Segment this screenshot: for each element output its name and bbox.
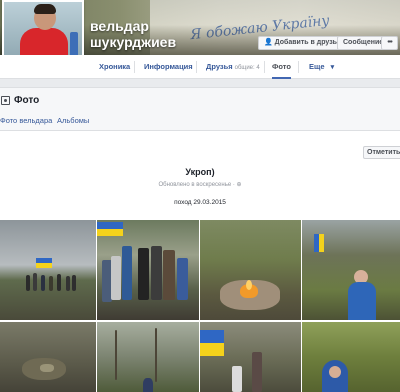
photo-thumbnail[interactable] — [302, 220, 400, 320]
ukraine-flag — [97, 222, 123, 236]
chevron-down-icon: ▾ — [330, 64, 335, 71]
tab-divider — [264, 61, 265, 73]
add-friend-icon: 👤 — [264, 39, 273, 46]
tab-divider — [134, 61, 135, 73]
mutual-friends-count: общие: 4 — [234, 65, 260, 71]
tab-photos[interactable]: Фото — [272, 55, 291, 79]
profile-name[interactable]: вельдар шукурджиев — [90, 18, 176, 50]
album-title: Укроп) — [185, 167, 215, 177]
ukraine-flag — [314, 234, 324, 252]
tab-timeline[interactable]: Хроника — [99, 55, 130, 79]
photo-thumbnail[interactable] — [97, 220, 199, 320]
tag-button[interactable]: Отметить — [363, 146, 400, 159]
photo-thumbnail[interactable] — [302, 322, 400, 392]
album-description: поход 29.03.2015 — [174, 199, 226, 206]
photo-thumbnail[interactable] — [0, 322, 96, 392]
photo-thumbnail[interactable] — [200, 322, 301, 392]
photo-thumbnail[interactable] — [0, 220, 96, 320]
photo-icon — [1, 96, 10, 105]
tab-about[interactable]: Информация — [144, 55, 193, 79]
photo-thumbnail[interactable] — [97, 322, 199, 392]
photo-thumbnail[interactable] — [200, 220, 301, 320]
ukraine-flag — [200, 330, 224, 356]
profile-name-last: шукурджиев — [90, 34, 177, 50]
album-content: Отметить Укроп) Обновлено в воскресенье … — [0, 131, 400, 392]
profile-name-first: вельдар — [90, 18, 149, 34]
tab-divider — [196, 61, 197, 73]
tab-divider — [298, 61, 299, 73]
subtab-albums[interactable]: Альбомы — [57, 116, 89, 125]
profile-nav: Хроника Информация Друзья общие: 4 Фото Е… — [0, 55, 400, 79]
subtab-user-photos[interactable]: Фото вельдара — [0, 116, 52, 125]
album-updated: Обновлено в воскресенье · ⊕ — [158, 182, 242, 188]
tab-more[interactable]: Еще ▾ — [309, 55, 334, 79]
ukraine-flag — [36, 258, 52, 268]
add-friend-button[interactable]: 👤 Добавить в друзья — [258, 36, 348, 50]
tab-friends[interactable]: Друзья общие: 4 — [206, 55, 260, 79]
photos-section-header: Фото Фото вельдара Альбомы — [0, 87, 400, 131]
section-title: Фото — [14, 95, 40, 106]
more-options-button[interactable]: ••• — [381, 36, 398, 50]
